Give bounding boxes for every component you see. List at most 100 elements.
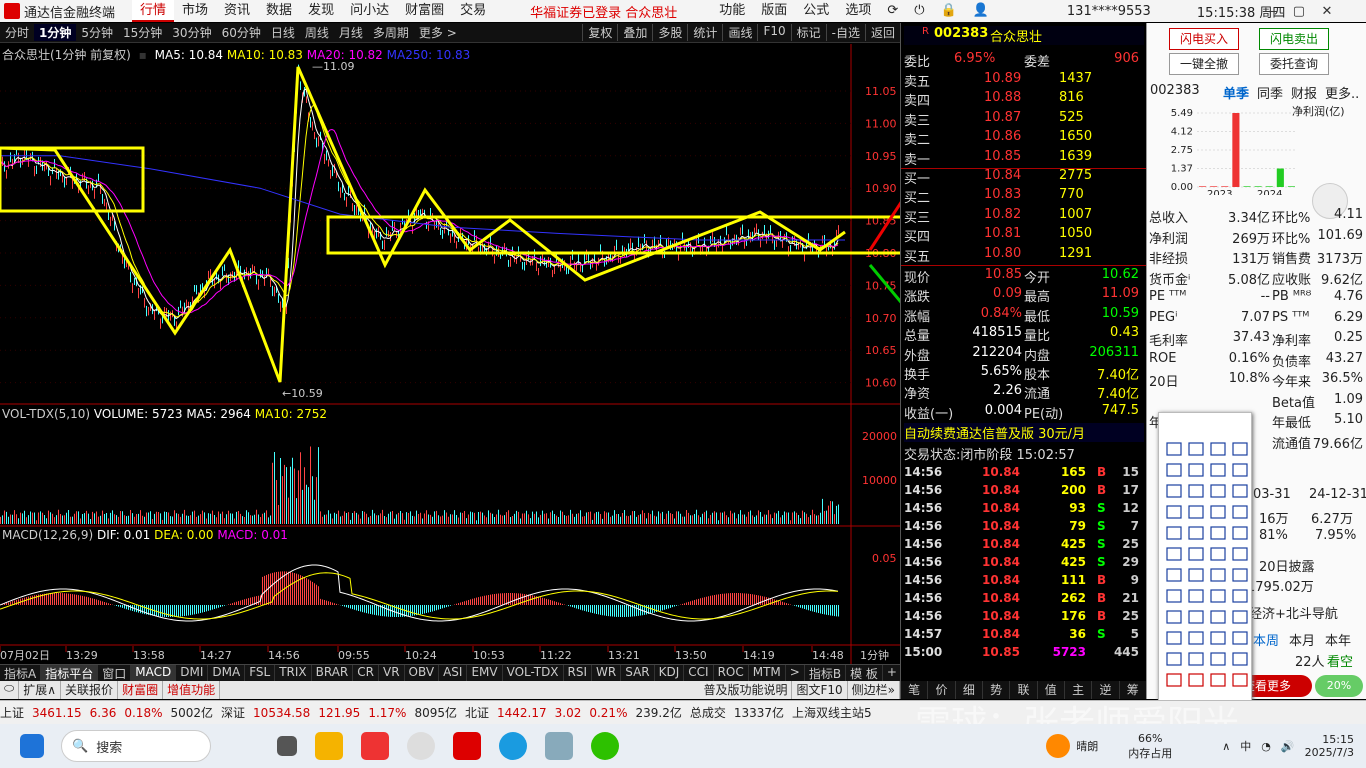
indicator-tab-21[interactable]: MTM bbox=[749, 665, 786, 681]
timeframe-0[interactable]: 分时 bbox=[0, 24, 34, 41]
drawing-tool-icon[interactable] bbox=[1210, 610, 1226, 624]
drawing-tool-icon[interactable] bbox=[1210, 547, 1226, 561]
period-tab-2[interactable]: 本年 bbox=[1325, 630, 1351, 649]
tab-report[interactable]: 财报 bbox=[1291, 83, 1317, 102]
taskbar-search[interactable]: 🔍 搜索 bbox=[61, 730, 211, 762]
chart-tool-6[interactable]: 标记 bbox=[790, 24, 826, 41]
drawing-tool-icon[interactable] bbox=[1166, 505, 1182, 519]
indicator-tab-3[interactable]: MACD bbox=[131, 665, 177, 681]
kline-chart[interactable]: 11.05 11.00 10.95 10.90 10.85 10.80 10.75 10.70… bbox=[0, 44, 900, 664]
file-explorer-icon[interactable] bbox=[315, 732, 343, 760]
drawing-tool-icon[interactable] bbox=[1188, 568, 1204, 582]
drawing-tool-icon[interactable] bbox=[1166, 673, 1182, 687]
drawing-tool-icon[interactable] bbox=[1166, 610, 1182, 624]
timeframe-2[interactable]: 5分钟 bbox=[76, 24, 118, 41]
flash-buy-button[interactable]: 闪电买入 bbox=[1169, 28, 1239, 50]
drawing-tool-icon[interactable] bbox=[1232, 631, 1248, 645]
indicator-tab-17[interactable]: SAR bbox=[621, 665, 655, 681]
drawing-tool-icon[interactable] bbox=[1232, 547, 1248, 561]
indicator-tab-4[interactable]: DMI bbox=[176, 665, 209, 681]
drawing-tool-icon[interactable] bbox=[1188, 610, 1204, 624]
drawing-tool-icon[interactable] bbox=[1210, 505, 1226, 519]
wechat-icon[interactable] bbox=[591, 732, 619, 760]
close-icon[interactable]: ✕ bbox=[1313, 4, 1341, 19]
indicator-tab-13[interactable]: EMV bbox=[467, 665, 503, 681]
drawing-tool-icon[interactable] bbox=[1188, 505, 1204, 519]
cancel-all-button[interactable]: 一键全撤 bbox=[1169, 53, 1239, 75]
drawing-tool-icon[interactable] bbox=[1166, 631, 1182, 645]
flash-sell-button[interactable]: 闪电卖出 bbox=[1259, 28, 1329, 50]
drawing-tool-icon[interactable] bbox=[1232, 505, 1248, 519]
right-menu-item-3[interactable]: 选项 bbox=[837, 0, 879, 22]
tray-chevron-icon[interactable]: ∧ bbox=[1222, 740, 1230, 753]
indicator-tab-20[interactable]: ROC bbox=[714, 665, 749, 681]
task-view-icon[interactable] bbox=[277, 736, 297, 756]
drawing-tool-icon[interactable] bbox=[1166, 442, 1182, 456]
menu-item-0[interactable]: 行情 bbox=[132, 0, 175, 22]
menu-item-1[interactable]: 市场 bbox=[174, 0, 216, 22]
drawing-tool-icon[interactable] bbox=[1210, 442, 1226, 456]
edge-browser-icon[interactable] bbox=[499, 732, 527, 760]
indicator-tab-23[interactable]: 指标B bbox=[805, 665, 847, 681]
drawing-tool-icon[interactable] bbox=[1210, 631, 1226, 645]
indicator-tab-12[interactable]: ASI bbox=[439, 665, 468, 681]
power-icon[interactable]: ⏻ bbox=[906, 0, 932, 22]
bottom-link-sidebar[interactable]: 侧边栏» bbox=[848, 681, 900, 699]
indicator-tab-9[interactable]: CR bbox=[353, 665, 379, 681]
drawing-tool-icon[interactable] bbox=[1232, 463, 1248, 477]
bottom-tab-wealth[interactable]: 财富圈 bbox=[118, 681, 164, 699]
bottom-tab-value-added[interactable]: 增值功能 bbox=[163, 681, 221, 699]
timeframe-8[interactable]: 月线 bbox=[334, 24, 368, 41]
timeframe-7[interactable]: 周线 bbox=[300, 24, 334, 41]
maximize-icon[interactable]: ▢ bbox=[1285, 4, 1313, 19]
chart-tool-8[interactable]: 返回 bbox=[864, 24, 900, 41]
chart-tool-3[interactable]: 统计 bbox=[687, 24, 722, 41]
indicator-tab-5[interactable]: DMA bbox=[208, 665, 246, 681]
indicator-tab-24[interactable]: 模 板 bbox=[846, 665, 883, 681]
drawing-tool-icon[interactable] bbox=[1188, 547, 1204, 561]
order-book-row[interactable]: 卖三 10.87 525 bbox=[904, 110, 1144, 129]
wps-icon[interactable] bbox=[361, 732, 389, 760]
order-query-button[interactable]: 委托查询 bbox=[1259, 53, 1329, 75]
bottom-tab-related[interactable]: 关联报价 bbox=[61, 681, 119, 699]
menu-item-4[interactable]: 发现 bbox=[300, 0, 342, 22]
order-book-row[interactable]: 买五 10.80 1291 bbox=[904, 246, 1144, 265]
drawing-tool-icon[interactable] bbox=[1188, 673, 1204, 687]
wifi-icon[interactable]: ◔ bbox=[1261, 740, 1271, 753]
avatar-app-icon[interactable] bbox=[407, 732, 435, 760]
bottom-tab-expand[interactable]: 扩展∧ bbox=[19, 681, 62, 699]
indicator-tab-6[interactable]: FSL bbox=[245, 665, 276, 681]
right-menu-item-2[interactable]: 公式 bbox=[795, 0, 837, 22]
drawing-tool-icon[interactable] bbox=[1232, 673, 1248, 687]
indicator-tab-2[interactable]: 窗口 bbox=[98, 665, 132, 681]
refresh-icon[interactable]: ⟳ bbox=[879, 0, 906, 22]
drawing-tool-icon[interactable] bbox=[1210, 526, 1226, 540]
drawing-tool-icon[interactable] bbox=[1232, 610, 1248, 624]
timeframe-4[interactable]: 30分钟 bbox=[167, 24, 216, 41]
order-book-row[interactable]: 买一 10.84 2775 bbox=[904, 168, 1144, 187]
indicator-tab-16[interactable]: WR bbox=[592, 665, 622, 681]
menu-item-2[interactable]: 资讯 bbox=[216, 0, 258, 22]
indicator-tab-14[interactable]: VOL-TDX bbox=[503, 665, 564, 681]
drawing-tool-icon[interactable] bbox=[1166, 526, 1182, 540]
windows-start-icon[interactable] bbox=[20, 734, 44, 758]
tab-quarter[interactable]: 单季 bbox=[1223, 83, 1249, 102]
indicator-tab-7[interactable]: TRIX bbox=[275, 665, 312, 681]
indicator-tab-18[interactable]: KDJ bbox=[655, 665, 685, 681]
drawing-tool-icon[interactable] bbox=[1232, 652, 1248, 666]
indicator-tab-1[interactable]: 指标平台 bbox=[41, 665, 99, 681]
period-tab-0[interactable]: 本周 bbox=[1253, 630, 1279, 649]
order-book-row[interactable]: 卖一 10.85 1639 bbox=[904, 149, 1144, 168]
drawing-tool-icon[interactable] bbox=[1232, 589, 1248, 603]
right-menu-item-0[interactable]: 功能 bbox=[711, 0, 753, 22]
chart-tool-2[interactable]: 多股 bbox=[652, 24, 687, 41]
order-book-row[interactable]: 买四 10.81 1050 bbox=[904, 226, 1144, 245]
drawing-tool-icon[interactable] bbox=[1210, 589, 1226, 603]
drawing-tool-icon[interactable] bbox=[1166, 463, 1182, 477]
drawing-tool-icon[interactable] bbox=[1210, 652, 1226, 666]
drawing-tool-icon[interactable] bbox=[1188, 589, 1204, 603]
drawing-tool-icon[interactable] bbox=[1210, 568, 1226, 582]
drawing-tool-icon[interactable] bbox=[1232, 568, 1248, 582]
indicator-tab-11[interactable]: OBV bbox=[405, 665, 440, 681]
indicator-tab-0[interactable]: 指标A bbox=[0, 665, 42, 681]
